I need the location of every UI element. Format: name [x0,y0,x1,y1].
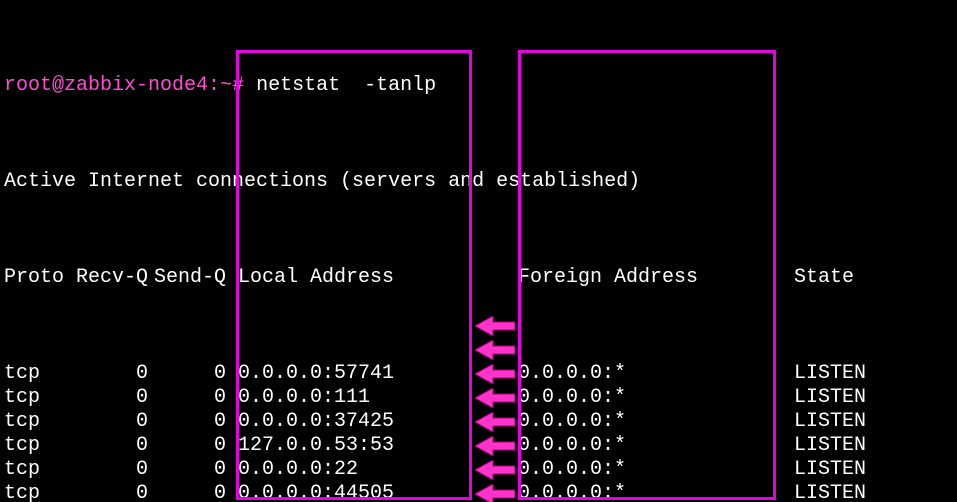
cell-recvq: 0 [70,362,148,386]
col-sendq: Send-Q [148,266,226,290]
cell-proto: tcp [4,362,70,386]
prompt-symbol: # [232,74,244,97]
cell-proto: tcp [4,458,70,482]
cell-sendq: 0 [148,410,226,434]
col-recvq: Recv-Q [70,266,148,290]
cell-state: LISTEN [794,482,866,502]
cell-state: LISTEN [794,458,866,482]
cell-proto: tcp [4,410,70,434]
cell-recvq: 0 [70,386,148,410]
cell-recvq: 0 [70,482,148,502]
cell-local: 0.0.0.0:22 [238,458,518,482]
table-row: tcp00 0.0.0.0:220.0.0.0:*LISTEN [4,458,953,482]
column-headers: ProtoRecv-QSend-Q Local AddressForeign A… [4,266,953,290]
cell-foreign: 0.0.0.0:* [518,434,794,458]
col-state: State [794,266,854,290]
prompt-user-host: root@zabbix-node4 [4,74,208,97]
cell-state: LISTEN [794,434,866,458]
cell-sendq: 0 [148,482,226,502]
cell-sendq: 0 [148,362,226,386]
cell-local: 127.0.0.53:53 [238,434,518,458]
terminal-window[interactable]: root@zabbix-node4:~# netstat -tanlp Acti… [0,0,957,502]
cell-foreign: 0.0.0.0:* [518,410,794,434]
cell-recvq: 0 [70,410,148,434]
cell-state: LISTEN [794,362,866,386]
cell-sendq: 0 [148,386,226,410]
cell-state: LISTEN [794,410,866,434]
col-foreign: Foreign Address [518,266,794,290]
cell-local: 0.0.0.0:44505 [238,482,518,502]
connections-header: Active Internet connections (servers and… [4,170,953,194]
cell-foreign: 0.0.0.0:* [518,386,794,410]
table-row: tcp00 127.0.0.53:530.0.0.0:*LISTEN [4,434,953,458]
cell-proto: tcp [4,434,70,458]
cell-recvq: 0 [70,458,148,482]
command-text: netstat -tanlp [256,74,436,97]
cell-local: 0.0.0.0:37425 [238,410,518,434]
cell-foreign: 0.0.0.0:* [518,362,794,386]
prompt-line[interactable]: root@zabbix-node4:~# netstat -tanlp [4,74,953,98]
col-proto: Proto [4,266,70,290]
cell-sendq: 0 [148,434,226,458]
cell-foreign: 0.0.0.0:* [518,458,794,482]
cell-local: 0.0.0.0:57741 [238,362,518,386]
cell-state: LISTEN [794,386,866,410]
cell-recvq: 0 [70,434,148,458]
cell-foreign: 0.0.0.0:* [518,482,794,502]
table-row: tcp00 0.0.0.0:374250.0.0.0:*LISTEN [4,410,953,434]
table-row: tcp00 0.0.0.0:445050.0.0.0:*LISTEN [4,482,953,502]
table-row: tcp00 0.0.0.0:1110.0.0.0:*LISTEN [4,386,953,410]
table-row: tcp00 0.0.0.0:577410.0.0.0:*LISTEN [4,362,953,386]
cell-proto: tcp [4,386,70,410]
cell-local: 0.0.0.0:111 [238,386,518,410]
cell-proto: tcp [4,482,70,502]
prompt-cwd: ~ [220,74,232,97]
col-local: Local Address [238,266,518,290]
cell-sendq: 0 [148,458,226,482]
